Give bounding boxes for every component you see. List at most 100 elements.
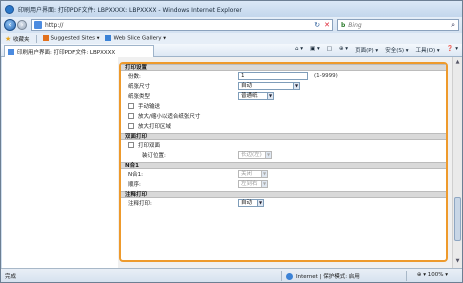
copies-range: (1-9999) bbox=[314, 73, 338, 79]
bing-logo-icon: b bbox=[341, 21, 346, 29]
max-print-area-checkbox[interactable] bbox=[128, 123, 134, 129]
nup-label: N合1: bbox=[128, 172, 143, 178]
nup-select[interactable]: 关闭 ▼ bbox=[238, 170, 268, 178]
web-slice-gallery-link[interactable]: Web Slice Gallery ▾ bbox=[105, 35, 166, 42]
duplex-row: 打印双面 bbox=[121, 140, 446, 150]
mail-icon[interactable]: □ bbox=[327, 46, 332, 54]
suggested-sites-link[interactable]: Suggested Sites ▾ bbox=[42, 35, 100, 42]
print-settings-panel: 打印设置 份数: 1 (1-9999) 纸张尺寸 自动 ▼ 纸张类型 普通纸 ▼ 手… bbox=[119, 62, 448, 262]
zone-label: Internet | 保护模式: 启用 bbox=[296, 274, 360, 280]
max-print-area-row: 放大打印区域 bbox=[121, 121, 446, 131]
address-buttons: ↻ ✕ bbox=[314, 21, 330, 30]
scroll-down-icon[interactable]: ▼ bbox=[454, 258, 461, 266]
favorites-bar: ★ 收藏夹 Suggested Sites ▾ Web Slice Galler… bbox=[1, 33, 462, 44]
feeds-icon[interactable]: ▣ ▾ bbox=[310, 46, 320, 54]
left-pane bbox=[2, 57, 118, 268]
paper-type-label: 纸张类型 bbox=[128, 94, 151, 100]
search-input[interactable]: b Bing ⌕ bbox=[337, 19, 459, 31]
globe-icon bbox=[286, 272, 293, 280]
paper-type-row: 纸张类型 普通纸 ▼ bbox=[121, 91, 446, 101]
status-bar: 完成 Internet | 保护模式: 启用 ⊕ ▾ 100% ▾ bbox=[1, 268, 462, 282]
nup-value: 关闭 bbox=[241, 171, 253, 177]
status-divider bbox=[281, 271, 282, 281]
address-input[interactable]: http:// ↻ ✕ bbox=[31, 19, 333, 31]
vertical-scrollbar[interactable]: ▲ ▼ bbox=[452, 57, 462, 268]
binding-label: 装订位置: bbox=[142, 153, 166, 159]
annotation-row: 注释打印: 自动 ▼ bbox=[121, 198, 446, 208]
order-row: 顺序: 左到右 ▼ bbox=[121, 179, 446, 189]
paper-size-label: 纸张尺寸 bbox=[128, 84, 151, 90]
chevron-down-icon: ▼ bbox=[267, 93, 273, 99]
chevron-down-icon: ▼ bbox=[293, 83, 299, 89]
order-select[interactable]: 左到右 ▼ bbox=[238, 180, 268, 188]
zoom-control[interactable]: ⊕ ▾ 100% ▾ bbox=[417, 272, 448, 278]
web-slice-label: Web Slice Gallery ▾ bbox=[113, 35, 167, 42]
binding-row: 装订位置: 长边(左) ▼ bbox=[121, 150, 446, 160]
refresh-icon[interactable]: ↻ bbox=[314, 21, 320, 30]
chevron-down-icon: ▼ bbox=[261, 181, 267, 187]
security-zone[interactable]: Internet | 保护模式: 启用 bbox=[286, 272, 360, 280]
help-icon[interactable]: ❓ ▾ bbox=[447, 46, 458, 54]
max-print-area-label: 放大打印区域 bbox=[138, 124, 172, 130]
annotation-select[interactable]: 自动 ▼ bbox=[238, 199, 264, 207]
back-icon[interactable]: ‹ bbox=[4, 19, 16, 31]
command-bar: 印刷用户界面: 打印PDF文件: LBPXXXX ⌂ ▾ ▣ ▾ □ ⊕ ▾ 页… bbox=[1, 44, 462, 57]
ie-logo-icon bbox=[5, 4, 14, 14]
copies-input[interactable]: 1 bbox=[238, 72, 308, 80]
fit-to-paper-row: 放大/缩小以适合纸张尺寸 bbox=[121, 111, 446, 121]
page-content: 打印设置 份数: 1 (1-9999) 纸张尺寸 自动 ▼ 纸张类型 普通纸 ▼ 手… bbox=[2, 57, 462, 268]
favorites-button[interactable]: ★ 收藏夹 bbox=[5, 35, 30, 43]
status-text: 完成 bbox=[5, 273, 17, 280]
binding-select[interactable]: 长边(左) ▼ bbox=[238, 151, 272, 159]
window-title: 印刷用户界面: 打印PDF文件: LBPXXXX: LBPXXXX - Wind… bbox=[18, 6, 242, 14]
scroll-up-icon[interactable]: ▲ bbox=[454, 59, 461, 67]
section-nup: N合1 bbox=[121, 162, 446, 169]
paper-size-row: 纸张尺寸 自动 ▼ bbox=[121, 81, 446, 91]
annotation-value: 自动 bbox=[241, 200, 253, 206]
manual-feed-checkbox[interactable] bbox=[128, 103, 134, 109]
tools-menu[interactable]: 工具(O) ▾ bbox=[416, 46, 440, 54]
zoom-value: 100% bbox=[427, 272, 444, 278]
stop-icon[interactable]: ✕ bbox=[324, 21, 330, 30]
section-duplex: 双面打印 bbox=[121, 133, 446, 140]
zoom-icon: ⊕ ▾ bbox=[416, 272, 428, 278]
fit-to-paper-checkbox[interactable] bbox=[128, 113, 134, 119]
browser-window: 印刷用户界面: 打印PDF文件: LBPXXXX: LBPXXXX - Wind… bbox=[0, 0, 463, 283]
copies-label: 份数: bbox=[128, 74, 141, 80]
annotation-label: 注释打印: bbox=[128, 201, 152, 207]
chevron-down-icon: ▼ bbox=[257, 200, 263, 206]
page-icon bbox=[34, 21, 42, 29]
chevron-down-icon: ▼ bbox=[265, 152, 271, 158]
browser-tab[interactable]: 印刷用户界面: 打印PDF文件: LBPXXXX bbox=[4, 45, 154, 57]
duplex-checkbox[interactable] bbox=[128, 142, 134, 148]
print-icon[interactable]: ⊕ ▾ bbox=[339, 46, 348, 54]
home-icon[interactable]: ⌂ ▾ bbox=[295, 46, 303, 54]
separator bbox=[35, 34, 37, 43]
manual-feed-label: 手动输送 bbox=[138, 104, 161, 110]
status-divider bbox=[406, 271, 407, 281]
forward-icon[interactable]: › bbox=[17, 20, 27, 30]
nup-row: N合1: 关闭 ▼ bbox=[121, 169, 446, 179]
order-label: 顺序: bbox=[128, 182, 141, 188]
chevron-down-icon: ▼ bbox=[261, 171, 267, 177]
suggested-sites-label: Suggested Sites ▾ bbox=[50, 35, 100, 42]
paper-type-value: 普通纸 bbox=[241, 93, 258, 99]
scroll-thumb[interactable] bbox=[454, 197, 461, 241]
manual-feed-row: 手动输送 bbox=[121, 101, 446, 111]
page-menu[interactable]: 页面(P) ▾ bbox=[355, 46, 378, 54]
chevron-down-icon: ▾ bbox=[443, 272, 448, 278]
tab-page-icon bbox=[8, 48, 14, 55]
paper-type-select[interactable]: 普通纸 ▼ bbox=[238, 92, 274, 100]
fit-to-paper-label: 放大/缩小以适合纸张尺寸 bbox=[138, 114, 201, 120]
paper-size-select[interactable]: 自动 ▼ bbox=[238, 82, 300, 90]
order-value: 左到右 bbox=[241, 181, 258, 187]
safety-menu[interactable]: 安全(S) ▾ bbox=[385, 46, 408, 54]
search-icon[interactable]: ⌕ bbox=[451, 21, 455, 30]
tab-label: 印刷用户界面: 打印PDF文件: LBPXXXX bbox=[17, 49, 116, 56]
search-placeholder[interactable]: Bing bbox=[348, 22, 361, 29]
star-icon: ★ bbox=[5, 34, 12, 43]
binding-value: 长边(左) bbox=[241, 152, 262, 158]
section-print-settings: 打印设置 bbox=[121, 64, 446, 71]
address-url[interactable]: http:// bbox=[45, 22, 63, 29]
favorites-label: 收藏夹 bbox=[13, 36, 30, 43]
